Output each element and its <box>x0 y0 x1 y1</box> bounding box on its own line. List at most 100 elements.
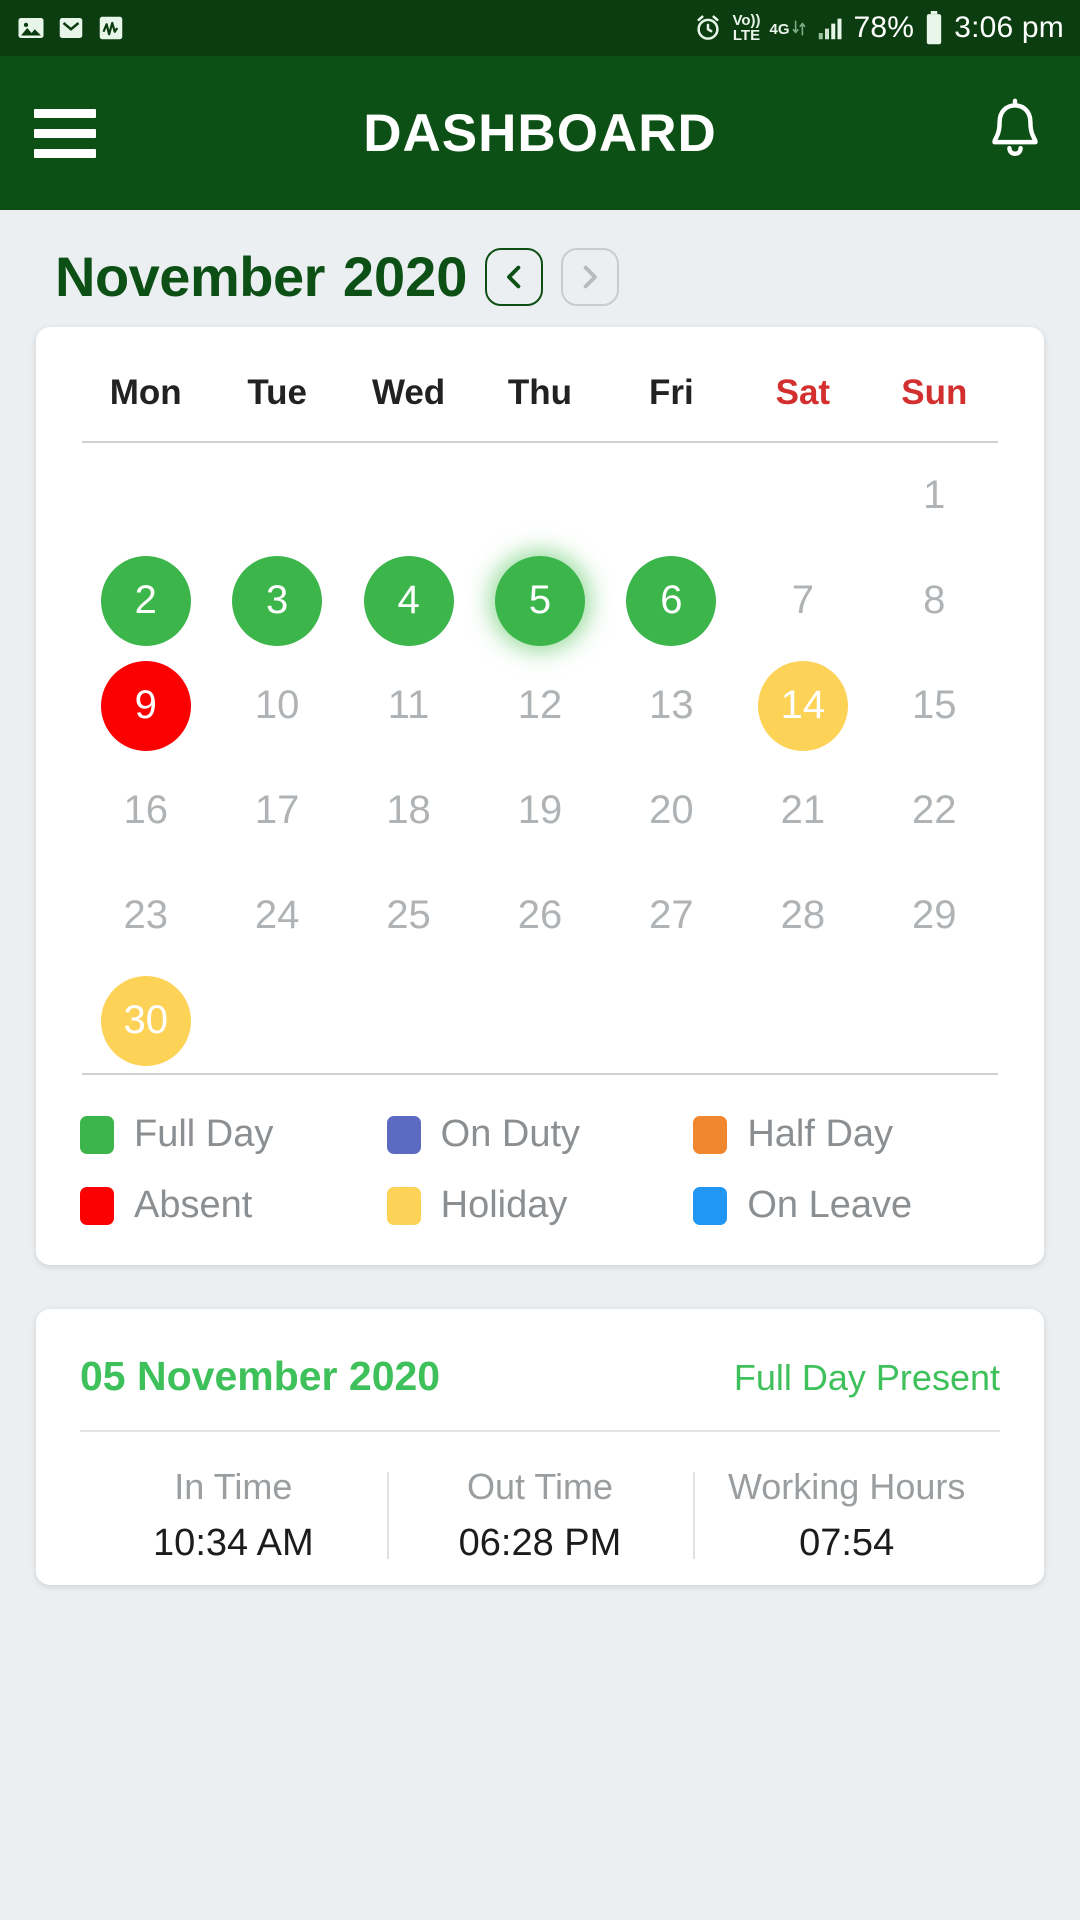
stat-label: Out Time <box>466 1466 614 1507</box>
calendar-day-8[interactable]: 8 <box>889 556 979 646</box>
calendar-blank-cell <box>737 443 868 548</box>
legend-color-swatch <box>693 1186 728 1225</box>
calendar-day-30[interactable]: 30 <box>100 975 191 1066</box>
calendar-day-12[interactable]: 12 <box>495 661 585 751</box>
calendar-blank-cell <box>474 443 605 548</box>
calendar-day-cell[interactable]: 5 <box>474 548 605 653</box>
calendar-day-cell[interactable]: 20 <box>606 758 737 863</box>
legend-item: Full Day <box>80 1113 387 1156</box>
calendar-day-20[interactable]: 20 <box>626 766 716 856</box>
calendar-day-14[interactable]: 14 <box>757 660 848 751</box>
calendar-day-5[interactable]: 5 <box>494 555 585 646</box>
legend-item: Half Day <box>693 1113 1000 1156</box>
calendar-day-1[interactable]: 1 <box>889 451 979 541</box>
calendar-day-cell[interactable]: 17 <box>211 758 342 863</box>
calendar-day-26[interactable]: 26 <box>495 871 585 961</box>
calendar-day-cell[interactable]: 8 <box>869 548 1000 653</box>
calendar-day-cell[interactable]: 25 <box>343 863 474 968</box>
legend-label: Half Day <box>747 1113 894 1155</box>
calendar-day-22[interactable]: 22 <box>889 766 979 856</box>
calendar-day-10[interactable]: 10 <box>232 661 322 751</box>
calendar-day-7[interactable]: 7 <box>758 556 848 646</box>
weekday-header-fri: Fri <box>649 373 694 412</box>
month-navigation-header: November 2020 <box>0 210 1080 327</box>
weekday-header-mon: Mon <box>109 373 182 412</box>
calendar-day-27[interactable]: 27 <box>626 871 716 961</box>
weekday-header-tue: Tue <box>247 373 307 412</box>
calendar-day-cell[interactable]: 13 <box>606 653 737 758</box>
calendar-day-13[interactable]: 13 <box>626 661 716 751</box>
weekday-header-sat: Sat <box>775 373 831 412</box>
calendar-day-cell[interactable]: 4 <box>343 548 474 653</box>
calendar-day-cell[interactable]: 16 <box>80 758 211 863</box>
chevron-left-icon <box>507 265 521 288</box>
calendar-day-28[interactable]: 28 <box>758 871 848 961</box>
calendar-day-29[interactable]: 29 <box>889 871 979 961</box>
calendar-day-19[interactable]: 19 <box>495 766 585 856</box>
calendar-blank-cell <box>606 443 737 548</box>
detail-date-label: 05 November 2020 <box>80 1353 441 1399</box>
battery-percent-label: 78% <box>853 11 915 44</box>
calendar-day-cell[interactable]: 12 <box>474 653 605 758</box>
calendar-day-cell[interactable]: 15 <box>869 653 1000 758</box>
calendar-day-cell[interactable]: 30 <box>80 968 211 1073</box>
calendar-day-cell[interactable]: 27 <box>606 863 737 968</box>
calendar-day-cell[interactable]: 7 <box>737 548 868 653</box>
calendar-day-cell[interactable]: 11 <box>343 653 474 758</box>
month-label: November <box>55 245 325 308</box>
bell-icon[interactable] <box>984 98 1046 168</box>
calendar-day-cell[interactable]: 9 <box>80 653 211 758</box>
calendar-day-cell[interactable]: 14 <box>737 653 868 758</box>
weekday-header-row: Mon Tue Wed Thu Fri Sat Sun <box>36 373 1044 441</box>
network-type-indicator: 4G <box>770 19 806 37</box>
calendar-day-21[interactable]: 21 <box>758 766 848 856</box>
clock-label: 3:06 pm <box>954 11 1064 44</box>
legend-color-swatch <box>386 1186 421 1225</box>
calendar-days-grid[interactable]: 1 2 3 4 5 6 7 8 9 10 11 12 13 14 15 16 17 18 19 20 21 22 23 24 2… <box>36 443 1044 1073</box>
calendar-day-cell[interactable]: 3 <box>211 548 342 653</box>
app-bar: DASHBOARD <box>0 56 1080 210</box>
legend-label: Holiday <box>440 1184 568 1226</box>
calendar-day-cell[interactable]: 21 <box>737 758 868 863</box>
calendar-day-cell[interactable]: 29 <box>869 863 1000 968</box>
email-icon <box>59 18 83 38</box>
page-title: DASHBOARD <box>363 103 717 163</box>
legend-item: Holiday <box>386 1184 694 1227</box>
status-bar-left-icons <box>16 13 126 43</box>
calendar-day-17[interactable]: 17 <box>232 766 322 856</box>
status-legend: Full Day On Duty Half Day Absent Holiday On L… <box>36 1075 1044 1235</box>
calendar-day-11[interactable]: 11 <box>364 661 454 751</box>
calendar-blank-cell <box>211 443 342 548</box>
calendar-day-cell[interactable]: 2 <box>80 548 211 653</box>
volte-bottom-label: LTE <box>732 27 761 44</box>
calendar-day-6[interactable]: 6 <box>626 555 717 646</box>
weekday-header-thu: Thu <box>507 373 573 412</box>
calendar-day-18[interactable]: 18 <box>364 766 454 856</box>
data-transfer-arrows-icon <box>792 20 805 36</box>
previous-month-button[interactable] <box>485 247 544 306</box>
calendar-day-cell[interactable]: 26 <box>474 863 605 968</box>
calendar-day-24[interactable]: 24 <box>232 871 322 961</box>
calendar-day-cell[interactable]: 23 <box>80 863 211 968</box>
calendar-day-3[interactable]: 3 <box>232 555 323 646</box>
hamburger-menu-icon[interactable] <box>34 108 96 158</box>
alarm-icon <box>697 15 720 40</box>
calendar-day-cell[interactable]: 18 <box>343 758 474 863</box>
calendar-day-cell[interactable]: 22 <box>869 758 1000 863</box>
calendar-day-2[interactable]: 2 <box>100 555 191 646</box>
calendar-day-23[interactable]: 23 <box>101 871 191 961</box>
calendar-day-cell[interactable]: 10 <box>211 653 342 758</box>
calendar-day-16[interactable]: 16 <box>101 766 191 856</box>
calendar-day-cell[interactable]: 24 <box>211 863 342 968</box>
calendar-day-4[interactable]: 4 <box>363 555 454 646</box>
legend-color-swatch <box>693 1115 728 1154</box>
calendar-day-9[interactable]: 9 <box>100 660 191 751</box>
calendar-day-cell[interactable]: 28 <box>737 863 868 968</box>
calendar-day-cell[interactable]: 6 <box>606 548 737 653</box>
next-month-button[interactable] <box>561 247 620 306</box>
calendar-day-25[interactable]: 25 <box>364 871 454 961</box>
calendar-day-15[interactable]: 15 <box>889 661 979 751</box>
calendar-day-cell[interactable]: 1 <box>869 443 1000 548</box>
chevron-right-icon <box>584 265 598 288</box>
calendar-day-cell[interactable]: 19 <box>474 758 605 863</box>
